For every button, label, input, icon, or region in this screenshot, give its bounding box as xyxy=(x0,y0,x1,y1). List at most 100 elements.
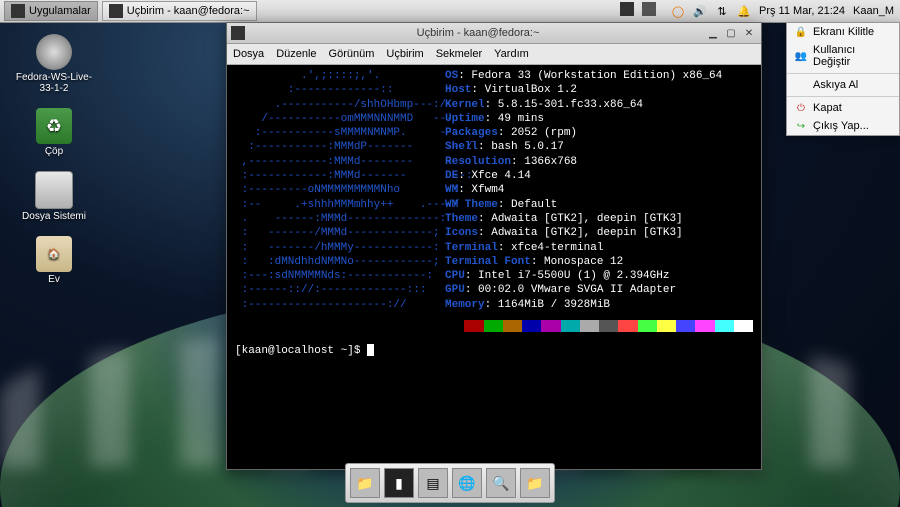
top-panel: Uygulamalar Uçbirim - kaan@fedora:~ ◯ 🔊 … xyxy=(0,0,900,23)
palette-swatch xyxy=(638,320,657,332)
ascii-line: ,------------:MMMd-------- ---: xyxy=(235,155,445,169)
menu-terminal[interactable]: Uçbirim xyxy=(386,48,423,60)
palette-swatch xyxy=(715,320,734,332)
home-icon: 🏠 xyxy=(36,236,72,272)
network-icon[interactable]: ⇅ xyxy=(715,4,729,18)
menu-view[interactable]: Görünüm xyxy=(329,48,375,60)
palette-swatch xyxy=(695,320,714,332)
drive-icon xyxy=(35,171,73,209)
info-line: WM: Xfwm4 xyxy=(445,183,504,197)
trash-icon: ♻ xyxy=(36,108,72,144)
vbox-icon[interactable]: ◯ xyxy=(671,4,685,18)
dock-files[interactable]: 📁 xyxy=(350,468,380,498)
title-bar[interactable]: Uçbirim - kaan@fedora:~ ▁ ▢ ✕ xyxy=(227,23,761,44)
menu-suspend[interactable]: Askıya Al xyxy=(787,76,899,94)
terminal-body[interactable]: .',;::::;,'.OS: Fedora 33 (Workstation E… xyxy=(227,65,761,469)
menu-file[interactable]: Dosya xyxy=(233,48,264,60)
info-line: Terminal: xfce4-terminal xyxy=(445,241,603,255)
volume-icon[interactable]: 🔊 xyxy=(693,4,707,18)
bottom-dock: 📁 ▮ ▤ 🌐 🔍 📁 xyxy=(345,463,555,503)
info-line: CPU: Intel i7-5500U (1) @ 2.394GHz xyxy=(445,269,669,283)
menu-lock-screen[interactable]: 🔒Ekranı Kilitle xyxy=(787,23,899,41)
icon-label: Fedora-WS-Live-33-1-2 xyxy=(14,72,94,94)
user-context-menu: 🔒Ekranı Kilitle 👥Kullanıcı Değiştir Askı… xyxy=(786,22,900,136)
menu-shutdown[interactable]: ⏻Kapat xyxy=(787,99,899,117)
close-button[interactable]: ✕ xyxy=(741,26,757,40)
terminal-icon xyxy=(11,4,25,18)
dock-text[interactable]: ▤ xyxy=(418,468,448,498)
info-line: Shell: bash 5.0.17 xyxy=(445,140,564,154)
palette-swatch xyxy=(734,320,753,332)
ascii-line: :-- .+shhhMMMmhhy++ .----/ xyxy=(235,198,445,212)
palette-swatch xyxy=(561,320,580,332)
desktop-icon-filesystem[interactable]: Dosya Sistemi xyxy=(10,167,98,226)
desktop-icon-home[interactable]: 🏠 Ev xyxy=(10,232,98,289)
dock-folder[interactable]: 📁 xyxy=(520,468,550,498)
menu-tabs[interactable]: Sekmeler xyxy=(436,48,482,60)
info-line: Terminal Font: Monospace 12 xyxy=(445,255,623,269)
info-line: Host: VirtualBox 1.2 xyxy=(445,83,577,97)
users-icon: 👥 xyxy=(795,50,807,62)
info-line: OS: Fedora 33 (Workstation Edition) x86_… xyxy=(445,69,722,83)
menu-help[interactable]: Yardım xyxy=(494,48,529,60)
palette-swatch xyxy=(676,320,695,332)
dock-search[interactable]: 🔍 xyxy=(486,468,516,498)
logout-icon: ↪ xyxy=(795,120,807,132)
palette-swatch xyxy=(445,320,464,332)
icon-label: Dosya Sistemi xyxy=(22,211,86,222)
maximize-button[interactable]: ▢ xyxy=(723,26,739,40)
color-palette xyxy=(445,320,753,332)
palette-swatch xyxy=(541,320,560,332)
desktop-icon-trash[interactable]: ♻ Çöp xyxy=(10,104,98,161)
ascii-line: : :dMNdhhdNMMNo------------; xyxy=(235,255,445,269)
palette-swatch xyxy=(503,320,522,332)
task-thumb-icon[interactable] xyxy=(642,2,656,16)
applications-menu[interactable]: Uygulamalar xyxy=(4,1,98,21)
menu-logout[interactable]: ↪Çıkış Yap... xyxy=(787,117,899,135)
palette-swatch xyxy=(464,320,483,332)
icon-label: Ev xyxy=(48,274,60,285)
taskbar-item-terminal[interactable]: Uçbirim - kaan@fedora:~ xyxy=(102,1,257,21)
minimize-button[interactable]: ▁ xyxy=(705,26,721,40)
power-icon: ⏻ xyxy=(795,102,807,114)
desktop-icon-disc[interactable]: Fedora-WS-Live-33-1-2 xyxy=(10,30,98,98)
menu-switch-user[interactable]: 👥Kullanıcı Değiştir xyxy=(787,41,899,71)
ascii-line: :---:sdNMMMMNds:------------: xyxy=(235,269,445,283)
info-line: Theme: Adwaita [GTK2], deepin [GTK3] xyxy=(445,212,683,226)
ascii-line: :------------:MMMd------- --: xyxy=(235,169,445,183)
applications-label: Uygulamalar xyxy=(29,5,91,17)
window-title: Uçbirim - kaan@fedora:~ xyxy=(251,27,705,39)
taskbar-label: Uçbirim - kaan@fedora:~ xyxy=(127,5,250,17)
dock-terminal[interactable]: ▮ xyxy=(384,468,414,498)
palette-swatch xyxy=(484,320,503,332)
palette-swatch xyxy=(599,320,618,332)
info-line: DE: Xfce 4.14 xyxy=(445,169,531,183)
ascii-line: : -------/hMMMy------------: xyxy=(235,241,445,255)
clock-label[interactable]: Prş 11 Mar, 21:24 xyxy=(759,5,845,17)
terminal-icon xyxy=(231,26,245,40)
palette-swatch xyxy=(657,320,676,332)
lock-icon: 🔒 xyxy=(795,26,807,38)
ascii-line: .',;::::;,'. xyxy=(235,69,445,83)
ascii-line: . ------:MMMd--------------: xyxy=(235,212,445,226)
palette-swatch xyxy=(522,320,541,332)
info-line: Memory: 1164MiB / 3928MiB xyxy=(445,298,610,312)
menu-edit[interactable]: Düzenle xyxy=(276,48,316,60)
shell-prompt: [kaan@localhost ~]$ xyxy=(235,344,753,358)
ascii-line: /-----------omMMMNNNMMD ---: xyxy=(235,112,445,126)
terminal-icon xyxy=(109,4,123,18)
dock-browser[interactable]: 🌐 xyxy=(452,468,482,498)
user-label[interactable]: Kaan_M xyxy=(853,5,894,17)
desktop-icons: Fedora-WS-Live-33-1-2 ♻ Çöp Dosya Sistem… xyxy=(10,30,98,289)
ascii-line: :---------oNMMMMMMMMMNho .: xyxy=(235,183,445,197)
ascii-line: :-----------sMMMMNMNMP. ---: xyxy=(235,126,445,140)
task-thumb-icon[interactable] xyxy=(620,2,634,16)
disc-icon xyxy=(36,34,72,70)
info-line: Kernel: 5.8.15-301.fc33.x86_64 xyxy=(445,98,643,112)
info-line: Packages: 2052 (rpm) xyxy=(445,126,577,140)
menu-bar: Dosya Düzenle Görünüm Uçbirim Sekmeler Y… xyxy=(227,44,761,65)
notification-icon[interactable]: 🔔 xyxy=(737,4,751,18)
ascii-line: :---------------------:// xyxy=(235,298,445,312)
ascii-line: : -------/MMMd-------------; xyxy=(235,226,445,240)
info-line: Resolution: 1366x768 xyxy=(445,155,577,169)
